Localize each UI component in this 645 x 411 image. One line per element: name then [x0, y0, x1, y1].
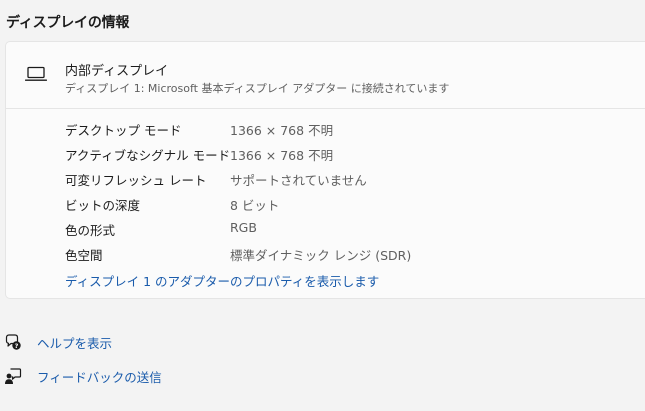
row-label-active-signal-mode: アクティブなシグナル モード	[65, 148, 231, 163]
row-value-bit-depth: 8 ビット	[230, 198, 280, 213]
display-info-card: 内部ディスプレイ ディスプレイ 1: Microsoft 基本ディスプレイ アダ…	[5, 41, 645, 299]
feedback-icon	[5, 368, 22, 384]
send-feedback-label: フィードバックの送信	[37, 369, 162, 385]
device-subtitle: ディスプレイ 1: Microsoft 基本ディスプレイ アダプター に接続され…	[65, 82, 450, 95]
send-feedback-link[interactable]: フィードバックの送信	[4, 365, 162, 387]
section-title: ディスプレイの情報	[6, 15, 130, 31]
display-card-header: 内部ディスプレイ ディスプレイ 1: Microsoft 基本ディスプレイ アダ…	[6, 42, 645, 109]
row-label-color-space: 色空間	[65, 248, 103, 263]
row-value-color-format: RGB	[230, 220, 257, 235]
row-label-variable-refresh-rate: 可変リフレッシュ レート	[65, 173, 207, 188]
row-label-bit-depth: ビットの深度	[65, 198, 141, 213]
get-help-link[interactable]: ? ヘルプを表示	[4, 331, 112, 353]
get-help-label: ヘルプを表示	[37, 335, 113, 351]
laptop-icon	[25, 66, 47, 81]
row-value-desktop-mode: 1366 × 768 不明	[230, 123, 334, 138]
row-value-color-space: 標準ダイナミック レンジ (SDR)	[230, 248, 412, 263]
help-icon: ?	[5, 334, 21, 350]
adapter-properties-link[interactable]: ディスプレイ 1 のアダプターのプロパティを表示します	[65, 271, 379, 290]
row-label-desktop-mode: デスクトップ モード	[65, 123, 182, 138]
display-info-page: ディスプレイの情報 内部ディスプレイ ディスプレイ 1: Microsoft 基…	[0, 0, 645, 411]
row-value-active-signal-mode: 1366 × 768 不明	[230, 148, 334, 163]
row-value-variable-refresh-rate: サポートされていません	[230, 173, 367, 188]
device-name: 内部ディスプレイ	[65, 64, 169, 79]
row-label-color-format: 色の形式	[65, 223, 116, 238]
svg-text:?: ?	[15, 342, 19, 350]
